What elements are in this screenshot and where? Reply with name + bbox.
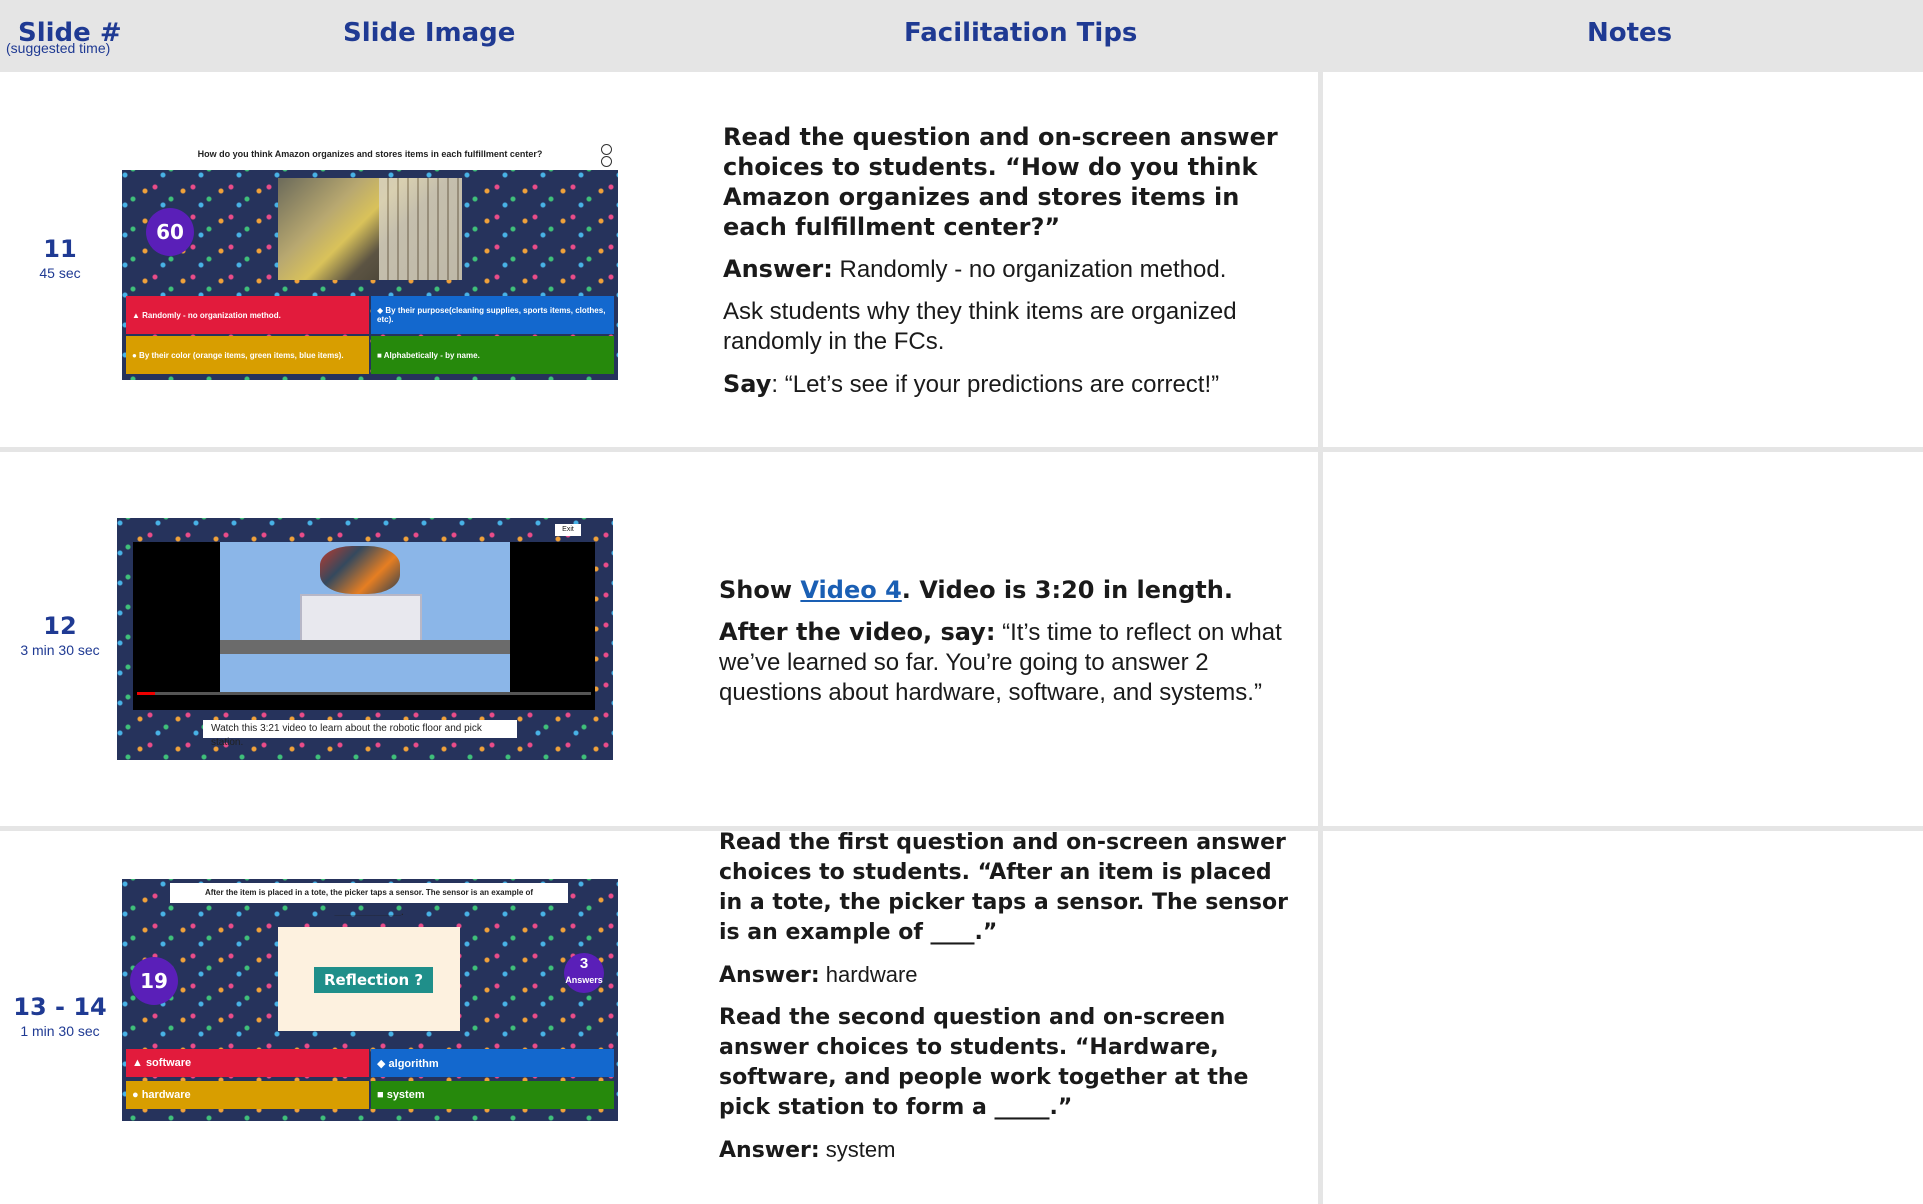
tip-instruction-1: Read the first question and on-screen an… [719, 830, 1288, 945]
tip-say: Say: “Let’s see if your predictions are … [723, 369, 1298, 400]
facilitation-tips: Read the first question and on-screen an… [719, 828, 1294, 1178]
timer-badge: 60 [146, 208, 194, 256]
video-player[interactable] [133, 542, 595, 710]
answer-label: Answer: [719, 963, 820, 988]
header-slide-image: Slide Image [343, 18, 516, 48]
reflection-badge: Reflection ? [314, 967, 434, 993]
answer-text: Randomly - no organization method. [832, 256, 1227, 283]
answer-option-gold: ● hardware [126, 1081, 369, 1109]
timer-badge: 19 [130, 957, 178, 1005]
answer-option-green: ■ Alphabetically - by name. [371, 336, 614, 374]
answer-option-red: ▲ Randomly - no organization method. [126, 296, 369, 334]
video-link[interactable]: Video 4 [800, 576, 901, 604]
say-label: Say [723, 370, 772, 398]
facilitation-tips: Read the question and on-screen answer c… [723, 122, 1298, 412]
slide-number: 11 [43, 235, 77, 263]
tip-discussion: Ask students why they think items are or… [723, 298, 1237, 355]
settings-icon [601, 144, 612, 155]
tip-answer-1: Answer: hardware [719, 960, 1294, 991]
answer-count-label: Answers [565, 975, 603, 985]
road [220, 640, 510, 654]
row-divider [0, 447, 1923, 452]
video-frame [220, 542, 510, 694]
slide-thumbnail: Exit Watch this 3:21 video to learn abou… [117, 518, 613, 760]
answer-option-gold: ● By their color (orange items, green it… [126, 336, 369, 374]
table-header: Slide # (suggested time) Slide Image Fac… [0, 0, 1923, 72]
say-text: : “Let’s see if your predictions are cor… [771, 371, 1220, 398]
exit-button[interactable]: Exit [555, 524, 581, 536]
tip-instruction: Show Video 4. Video is 3:20 in length. [719, 575, 1299, 605]
answer-option-blue: ◆ By their purpose(cleaning supplies, sp… [371, 296, 614, 334]
answer-count-badge: 3 Answers [564, 953, 604, 993]
slide-question: How do you think Amazon organizes and st… [122, 144, 618, 164]
answer-count: 3 [579, 955, 589, 972]
header-facilitation-tips: Facilitation Tips [904, 18, 1138, 48]
header-suggested-time: (suggested time) [6, 40, 111, 56]
tip-answer: Answer: Randomly - no organization metho… [723, 254, 1298, 285]
fulfillment-center-photo [278, 178, 462, 280]
tip-say: After the video, say: “It’s time to refl… [719, 617, 1299, 708]
answer-label: Answer: [719, 1138, 820, 1163]
column-divider [1318, 72, 1323, 1204]
warehouse-illustration [300, 594, 422, 642]
answer-text: system [819, 1137, 896, 1162]
slide-number-cell: 12 3 min 30 sec [0, 612, 120, 658]
facilitation-tips: Show Video 4. Video is 3:20 in length. A… [719, 575, 1299, 720]
slide-question: After the item is placed in a tote, the … [170, 883, 568, 917]
slide-number-cell: 11 45 sec [0, 235, 120, 281]
answer-option-red: ▲ software [126, 1049, 369, 1077]
tip-instruction: Read the question and on-screen answer c… [723, 123, 1278, 241]
say-label: After the video, say: [719, 618, 996, 646]
video-progress-bar[interactable] [137, 692, 591, 695]
video-caption: Watch this 3:21 video to learn about the… [203, 720, 517, 748]
slide-thumbnail: How do you think Amazon organizes and st… [122, 138, 618, 380]
slide-number: 12 [43, 612, 77, 640]
suggested-time: 45 sec [39, 265, 81, 281]
length-text: . Video is 3:20 in length. [901, 576, 1233, 604]
packages-pile [320, 546, 400, 594]
answer-option-blue: ◆ algorithm [371, 1049, 614, 1077]
slide-number-cell: 13 - 14 1 min 30 sec [0, 993, 120, 1039]
tip-instruction-2: Read the second question and on-screen a… [719, 1005, 1249, 1120]
slide-number: 13 - 14 [13, 993, 107, 1021]
show-text: Show [719, 576, 801, 604]
info-icon [601, 156, 612, 167]
answer-text: hardware [819, 962, 918, 987]
suggested-time: 3 min 30 sec [20, 642, 100, 658]
answer-label: Answer: [723, 255, 833, 283]
suggested-time: 1 min 30 sec [20, 1023, 100, 1039]
tip-answer-2: Answer: system [719, 1135, 1294, 1166]
answer-option-green: ■ system [371, 1081, 614, 1109]
header-notes: Notes [1587, 18, 1673, 48]
slide-thumbnail: After the item is placed in a tote, the … [122, 879, 618, 1121]
